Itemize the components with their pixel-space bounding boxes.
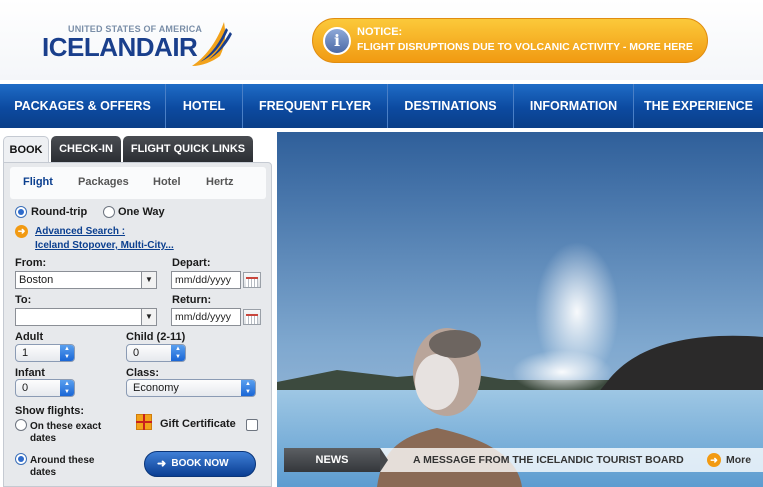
booking-subtabs: Flight Packages Hotel Hertz [10,167,266,199]
depart-date-input[interactable]: mm/dd/yyyy [171,271,241,289]
book-arrow-icon: ➜ [157,458,167,470]
to-select[interactable]: ▼ [15,308,157,326]
child-value: 0 [133,347,140,359]
roundtrip-label[interactable]: Round-trip [31,206,87,218]
stepper-icon: ▲ ▼ [60,345,74,361]
booking-form: Flight Packages Hotel Hertz Round-trip O… [3,162,272,487]
return-label: Return: [172,294,212,306]
from-label: From: [15,257,47,269]
gift-certificate-label[interactable]: Gift Certificate [160,418,236,430]
tab-check-in[interactable]: CHECK-IN [51,136,121,162]
adult-stepper[interactable]: 1 ▲ ▼ [15,344,75,362]
adult-label: Adult [15,331,44,343]
tab-flight-quick-links[interactable]: FLIGHT QUICK LINKS [123,136,253,162]
nav-hotel[interactable]: HOTEL [166,84,243,128]
more-arrow-icon[interactable]: ➜ [707,453,721,467]
nav-information[interactable]: INFORMATION [514,84,634,128]
logo-wordmark[interactable]: ICELANDAIR [42,32,198,63]
nav-packages-offers[interactable]: PACKAGES & OFFERS [0,84,166,128]
gift-icon [136,414,152,430]
info-icon: i [323,27,351,55]
nav-frequent-flyer[interactable]: FREQUENT FLYER [243,84,388,128]
exact-dates-label[interactable]: On these exact dates [30,421,110,445]
from-value: Boston [19,274,54,286]
tab-book[interactable]: BOOK [3,136,49,162]
advanced-search-sub-link[interactable]: Iceland Stopover, Multi-City... [35,240,174,251]
adult-value: 1 [22,347,29,359]
stepper-icon: ▲ ▼ [171,345,185,361]
subtab-hertz[interactable]: Hertz [206,176,234,188]
booking-widget: BOOK CHECK-IN FLIGHT QUICK LINKS Flight … [0,128,277,487]
advanced-search-link[interactable]: Advanced Search : [35,226,125,237]
logo-wing-icon[interactable] [186,18,238,70]
volcano-notice-banner[interactable]: i NOTICE: FLIGHT DISRUPTIONS DUE TO VOLC… [312,18,708,63]
main-nav: PACKAGES & OFFERS HOTEL FREQUENT FLYER D… [0,84,763,128]
advanced-search-arrow-icon: ➜ [15,225,28,238]
news-label: NEWS [284,448,388,472]
notice-text[interactable]: FLIGHT DISRUPTIONS DUE TO VOLCANIC ACTIV… [357,41,693,53]
book-now-button[interactable]: ➜ BOOK NOW [144,451,256,477]
stepper-icon: ▲ ▼ [60,380,74,396]
show-flights-label: Show flights: [15,405,85,417]
oneway-radio[interactable] [103,206,115,218]
notice-title: NOTICE: [357,26,403,38]
oneway-label[interactable]: One Way [118,206,165,218]
news-more-link[interactable]: More [726,454,751,466]
nav-destinations[interactable]: DESTINATIONS [388,84,514,128]
class-label: Class: [126,367,160,379]
gift-certificate-checkbox[interactable] [246,419,258,431]
calendar-icon[interactable] [243,309,261,325]
hero-photo[interactable] [277,132,763,487]
child-label: Child (2-11) [126,331,186,343]
site-header: UNITED STATES OF AMERICA ICELANDAIR i NO… [0,0,763,80]
news-headline[interactable]: A MESSAGE FROM THE ICELANDIC TOURIST BOA… [413,454,684,466]
subtab-flight[interactable]: Flight [23,176,53,188]
subtab-hotel[interactable]: Hotel [153,176,181,188]
to-label: To: [15,294,32,306]
subtab-packages[interactable]: Packages [78,176,129,188]
infant-label: Infant [15,367,45,379]
calendar-icon[interactable] [243,272,261,288]
book-now-label: BOOK NOW [171,458,229,469]
dropdown-arrow-icon: ▼ [141,309,156,325]
infant-value: 0 [22,382,29,394]
child-stepper[interactable]: 0 ▲ ▼ [126,344,186,362]
around-dates-label[interactable]: Around these dates [30,455,110,479]
dropdown-arrow-icon: ▼ [141,272,156,288]
exact-dates-radio[interactable] [15,419,27,431]
around-dates-radio[interactable] [15,453,27,465]
roundtrip-radio[interactable] [15,206,27,218]
class-select[interactable]: Economy ▲ ▼ [126,379,256,397]
hero-blue-lagoon-image [277,132,763,487]
from-select[interactable]: Boston ▼ [15,271,157,289]
class-value: Economy [133,382,179,394]
depart-label: Depart: [172,257,211,269]
nav-the-experience[interactable]: THE EXPERIENCE [634,84,763,128]
stepper-icon: ▲ ▼ [241,380,255,396]
infant-stepper[interactable]: 0 ▲ ▼ [15,379,75,397]
return-date-input[interactable]: mm/dd/yyyy [171,308,241,326]
